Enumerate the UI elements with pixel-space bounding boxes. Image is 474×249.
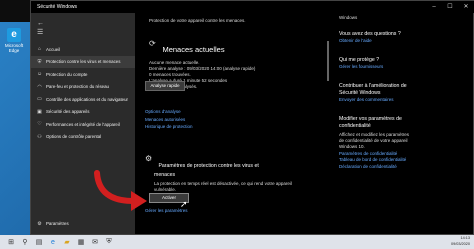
folder-icon[interactable]: ▰	[60, 238, 74, 246]
heart-icon: ♡	[37, 121, 42, 128]
manage-providers-link[interactable]: Gérer les fournisseurs	[339, 64, 471, 71]
sidebar-item-label: Pare-feu et protection du réseau	[46, 84, 109, 90]
settings-title-line2: menaces	[154, 172, 176, 178]
family-icon: ⚇	[37, 133, 42, 140]
minimize-button[interactable]: –	[426, 1, 442, 13]
window-titlebar: Sécurité Windows – ☐ ✕	[31, 1, 474, 13]
sidebar-item-label: Accueil	[46, 46, 61, 52]
right-windows-label: Windows	[339, 15, 358, 20]
questions-title: Vous avez des questions ?	[339, 31, 401, 37]
quick-scan-button[interactable]: Analyse rapide	[145, 81, 185, 91]
sidebar-item-label: Paramètres	[46, 221, 69, 227]
task-view-icon[interactable]: ▤	[32, 238, 46, 246]
taskbar: ⊞ ⚲ ▤ e ▰ ▦ ✉ ⛨ 14:13 09/03/2020	[0, 235, 474, 249]
sidebar-item-home[interactable]: ⌂ Accueil	[31, 43, 135, 56]
send-feedback-link[interactable]: Envoyer des commentaires	[339, 97, 471, 104]
close-button[interactable]: ✕	[458, 1, 474, 13]
threats-title: Menaces actuelles	[162, 45, 225, 54]
sidebar-item-family-options[interactable]: ⚇ Options de contrôle parental	[31, 131, 135, 144]
privacy-title-line1: Modifier vos paramètres de	[339, 115, 402, 122]
system-clock[interactable]: 14:13 09/03/2020	[451, 236, 470, 247]
gear-shield-icon: ⚙	[145, 154, 153, 163]
maximize-button[interactable]: ☐	[442, 1, 458, 13]
sidebar-item-label: Protection du compte	[46, 71, 88, 77]
refresh-shield-icon: ⟳	[149, 39, 156, 48]
sidebar-item-virus-protection[interactable]: ⛨ Protection contre les virus et menaces	[31, 55, 135, 68]
clock-date: 09/03/2020	[450, 241, 470, 246]
window-title: Sécurité Windows	[37, 4, 78, 10]
sidebar-item-firewall[interactable]: ◠ Pare-feu et protection du réseau	[31, 81, 135, 94]
sidebar-item-label: Sécurité des appareils	[46, 109, 90, 115]
settings-title-line1: Paramètres de protection contre les viru…	[158, 163, 259, 169]
desktop-top-strip	[0, 0, 30, 22]
hamburger-menu-icon[interactable]: ☰	[37, 28, 135, 37]
shield-icon: ⛨	[37, 58, 42, 65]
allowed-threats-link[interactable]: Menaces autorisées	[145, 117, 193, 124]
sidebar-item-device-security[interactable]: ▣ Sécurité des appareils	[31, 106, 135, 119]
home-icon: ⌂	[37, 46, 42, 53]
red-arrow-annotation	[94, 170, 147, 211]
sidebar-item-device-performance[interactable]: ♡ Performances et intégrité de l'apparei…	[31, 118, 135, 131]
get-help-link[interactable]: Obtenir de l'aide	[339, 38, 471, 45]
who-protects-title: Qui me protège ?	[339, 56, 380, 63]
sidebar-item-label: Options de contrôle parental	[46, 134, 102, 140]
right-panel: Windows Vous avez des questions ? Obteni…	[331, 13, 471, 234]
desktop-icon-label: Microsoft Edge	[4, 43, 24, 53]
improve-title-line1: Contribuer à l'amélioration de	[339, 83, 407, 89]
person-icon: ☺	[36, 71, 43, 78]
app-window-icon: ▭	[37, 96, 42, 103]
edge-icon[interactable]: e	[46, 239, 60, 246]
store-icon[interactable]: ▦	[74, 238, 88, 246]
scan-options-link[interactable]: Options d'analyse	[145, 109, 193, 116]
improve-title-line2: Sécurité Windows	[339, 90, 381, 96]
mail-icon[interactable]: ✉	[88, 238, 102, 246]
privacy-title-line2: confidentialité	[339, 122, 371, 129]
privacy-text-line3: Windows 10.	[339, 143, 365, 149]
edge-icon: e	[7, 28, 21, 42]
gear-icon: ⚙	[37, 220, 42, 227]
sidebar-item-settings[interactable]: ⚙ Paramètres	[31, 218, 135, 231]
wifi-icon: ◠	[37, 83, 42, 90]
back-arrow-icon[interactable]: ←	[37, 19, 135, 28]
search-icon[interactable]: ⚲	[18, 238, 32, 246]
page-intro: Protection de votre appareil contre les …	[149, 18, 246, 23]
sidebar-item-account[interactable]: ☺ Protection du compte	[31, 68, 135, 81]
sidebar-item-app-browser[interactable]: ▭ Contrôle des applications et du naviga…	[31, 93, 135, 106]
sidebar-item-label: Performances et intégrité de l'appareil	[46, 121, 120, 127]
laptop-icon: ▣	[37, 108, 42, 115]
protection-history-link[interactable]: Historique de protection	[145, 124, 193, 131]
privacy-statement-link[interactable]: Déclaration de confidentialité	[339, 164, 471, 171]
main-scrollbar[interactable]	[327, 41, 329, 81]
security-window: Sécurité Windows – ☐ ✕ ← ☰ ⌂ Accueil ⛨ P…	[30, 0, 474, 235]
sidebar-item-label: Protection contre les virus et menaces	[46, 59, 121, 65]
shield-icon[interactable]: ⛨	[102, 238, 116, 246]
desktop-edge-shortcut[interactable]: e Microsoft Edge	[3, 28, 25, 53]
sidebar-item-label: Contrôle des applications et du navigate…	[46, 96, 129, 102]
windows-start-icon[interactable]: ⊞	[4, 238, 18, 246]
protection-settings-section: ⚙ Paramètres de protection contre les vi…	[145, 154, 325, 193]
